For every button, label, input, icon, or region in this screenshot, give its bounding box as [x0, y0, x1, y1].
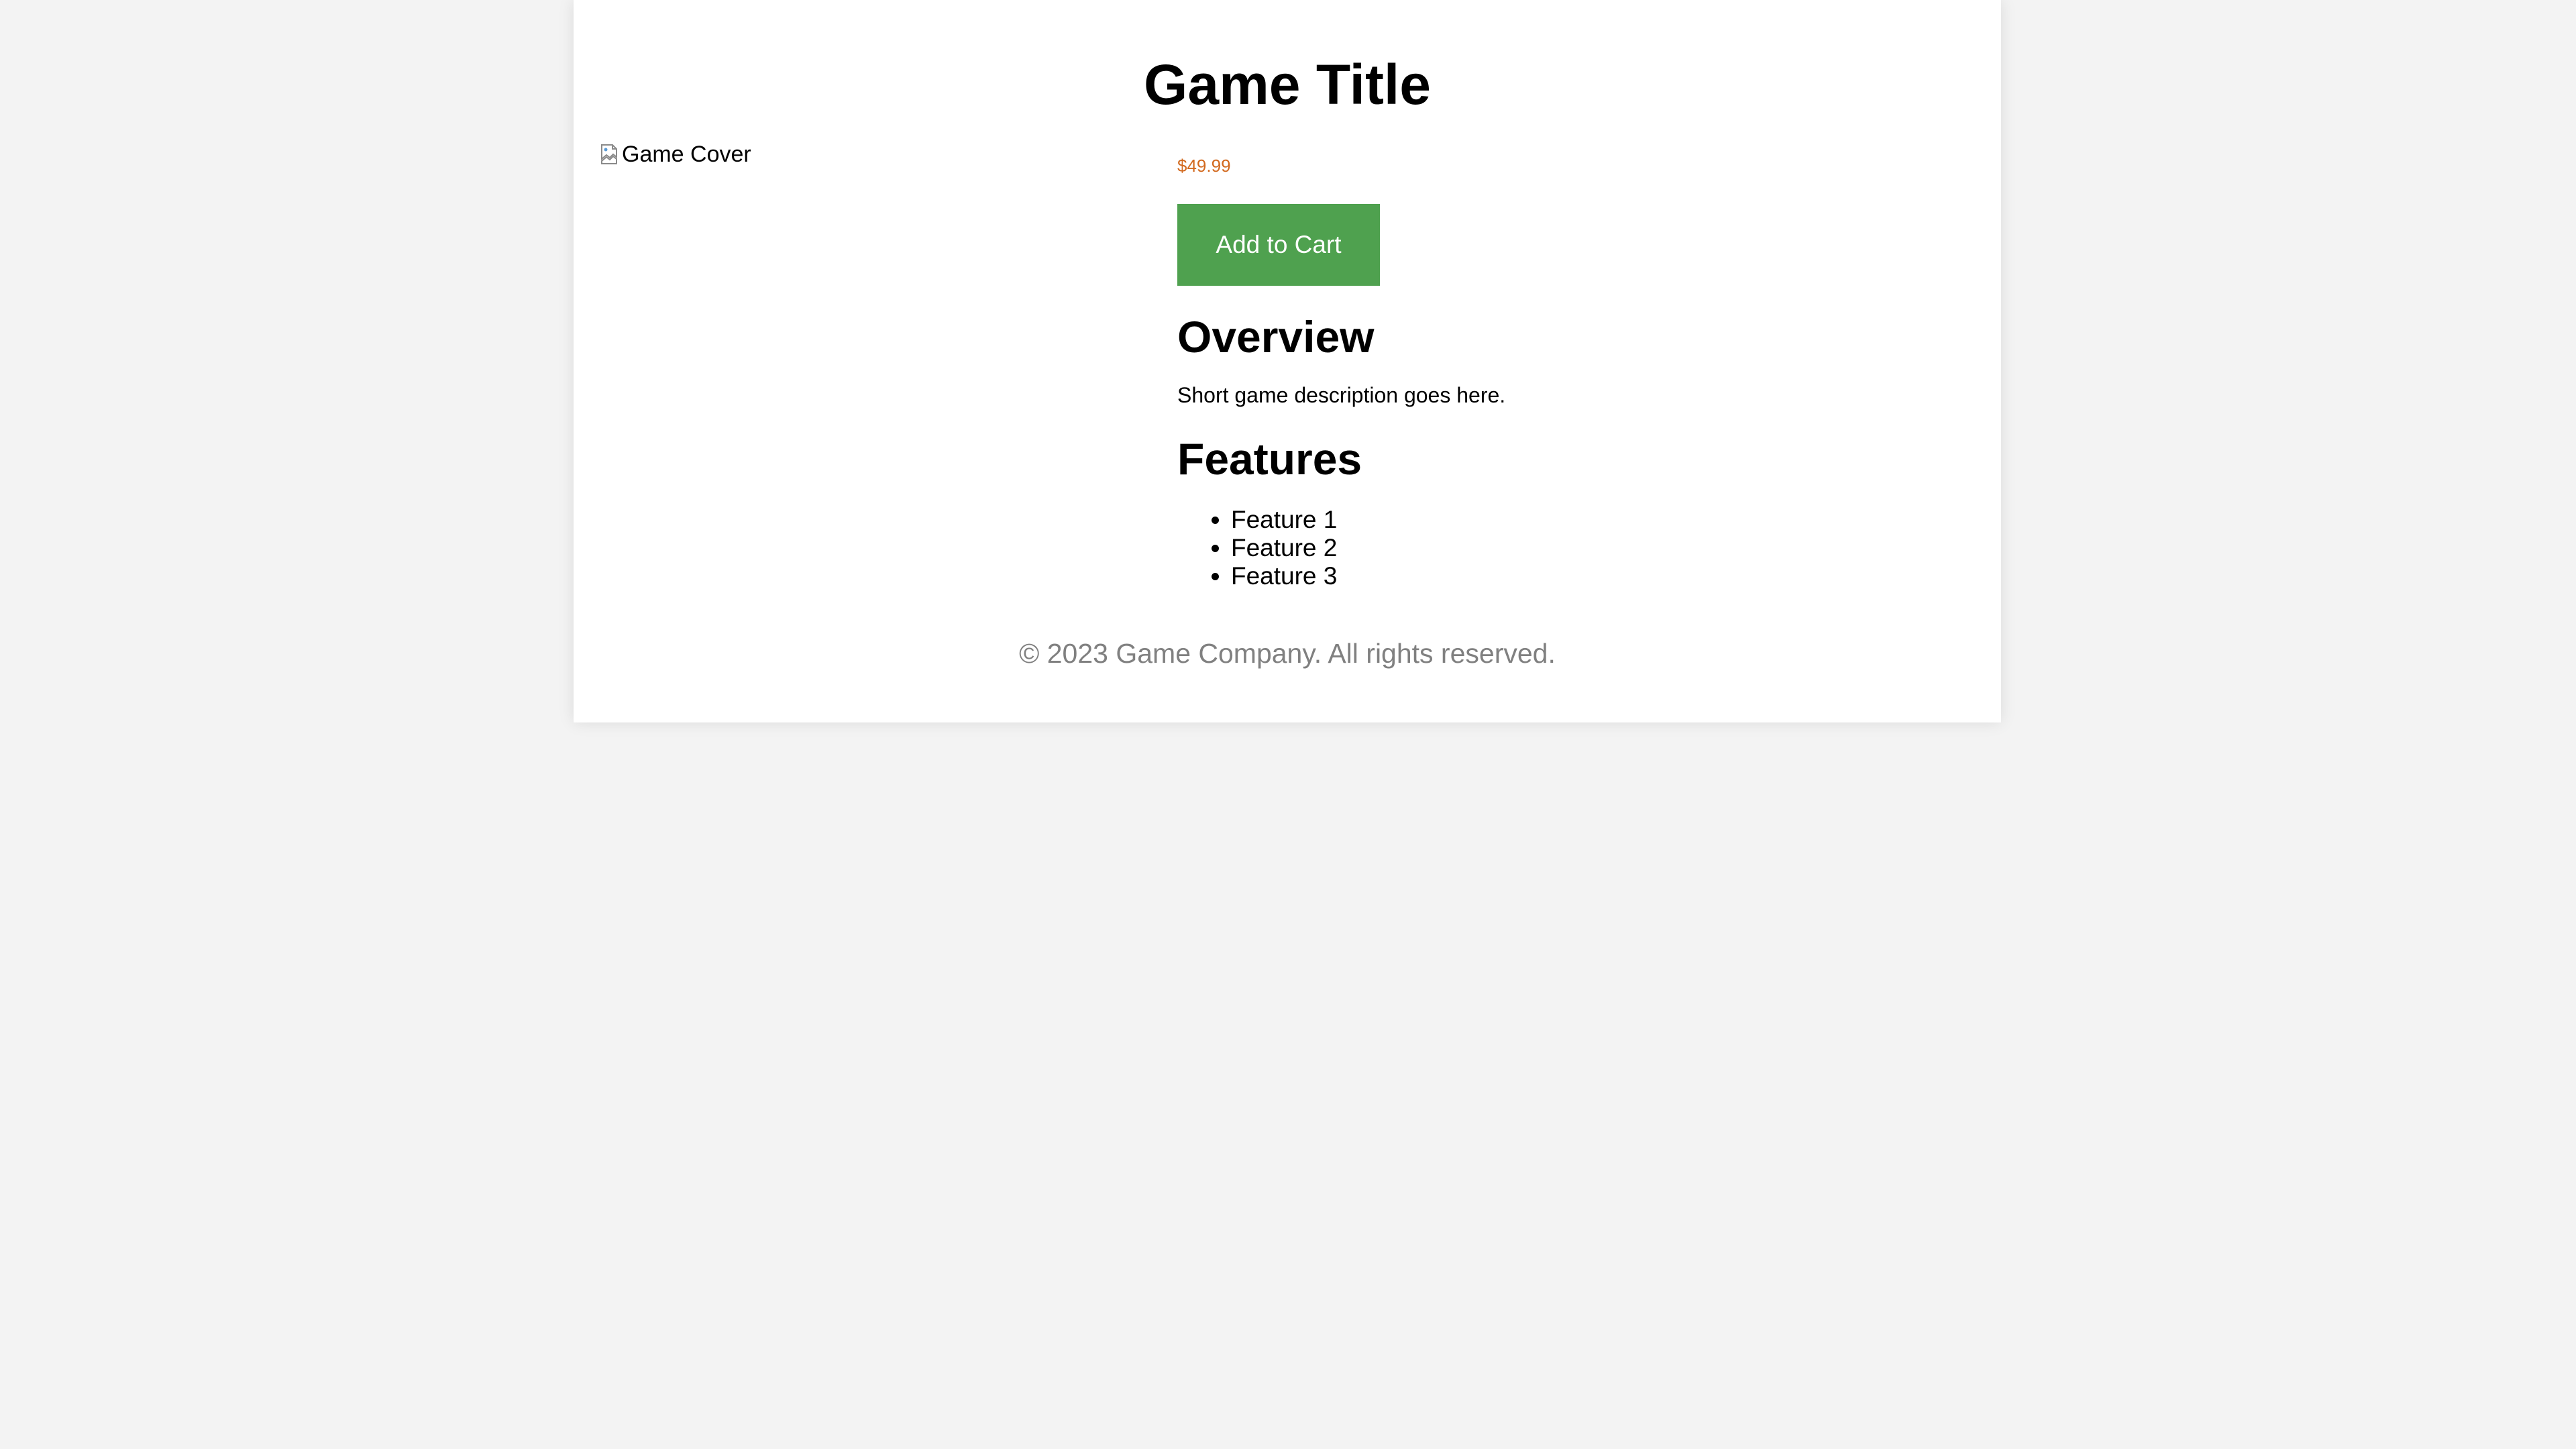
price-label: $49.99 [1177, 156, 1231, 176]
footer-copyright: © 2023 Game Company. All rights reserved… [1019, 638, 1556, 669]
overview-heading: Overview [1177, 312, 1375, 362]
game-description: Short game description goes here. [1177, 383, 1506, 407]
game-cover-image: Game Cover [600, 141, 751, 168]
product-page: Game Title Game Cover $49.99 Add to Cart… [574, 0, 2001, 722]
feature-item: Feature 3 [1231, 562, 1337, 590]
add-to-cart-button[interactable]: Add to Cart [1177, 204, 1380, 286]
feature-item: Feature 1 [1231, 506, 1337, 534]
broken-image-icon [600, 144, 619, 165]
page-title: Game Title [1144, 53, 1431, 116]
game-cover-alt-text: Game Cover [622, 142, 751, 167]
feature-list: Feature 1 Feature 2 Feature 3 [1177, 506, 1337, 590]
features-heading: Features [1177, 434, 1362, 484]
feature-item: Feature 2 [1231, 534, 1337, 562]
